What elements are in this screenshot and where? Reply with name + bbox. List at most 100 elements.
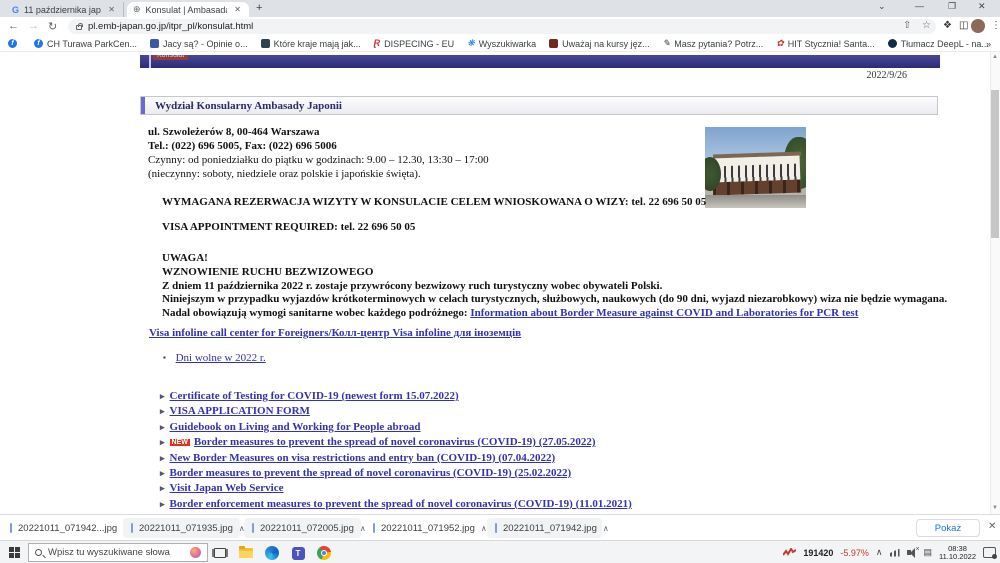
list-item: New Border Measures on visa restrictions… — [160, 452, 555, 464]
url-omnibox[interactable]: pl.emb-japan.go.jp/itpr_pl/konsulat.html — [68, 19, 936, 34]
back-icon[interactable]: ← — [8, 20, 19, 32]
stock-ticker-icon — [783, 548, 796, 558]
border-enforcement-1101-link[interactable]: Border enforcement measures to prevent t… — [170, 498, 632, 510]
browser-tab-2-active[interactable]: ⊕ Konsulat | Ambasada Japonii w P ✕ — [127, 2, 249, 17]
image-file-icon — [10, 523, 12, 533]
section-title: Wydział Konsularny Ambasady Japonii — [155, 100, 342, 112]
bookmark-item[interactable]: fCH Turawa ParkCen... — [34, 39, 137, 49]
bookmark-item[interactable]: ✿HIT Stycznia! Santa... — [776, 39, 874, 49]
facebook-icon: f — [8, 39, 17, 48]
clock[interactable]: 08:38 11.10.2022 — [939, 545, 976, 561]
download-item[interactable]: 20221011_071935.jpg ∧ — [123, 518, 240, 538]
photo-brick-base — [713, 179, 801, 195]
download-filename: 20221011_072005.jpg — [260, 523, 354, 534]
edge-button[interactable] — [264, 545, 280, 561]
bookmark-item[interactable]: ⱤDISPECING - EU — [374, 39, 455, 49]
visa-infoline-link-row: Visa infoline call center for Foreigners… — [149, 327, 521, 339]
scrollbar-up-icon[interactable]: ▲ — [991, 54, 999, 60]
holidays-link[interactable]: Dni wolne w 2022 r. — [176, 352, 266, 364]
bookmark-item[interactable]: Jacy są? - Opinie o... — [150, 39, 248, 49]
stock-value[interactable]: 191420 — [803, 548, 833, 558]
border-measures-0704-link[interactable]: New Border Measures on visa restrictions… — [170, 452, 556, 464]
tab-close-icon[interactable]: ✕ — [106, 5, 117, 14]
profile-avatar[interactable] — [971, 19, 985, 33]
border-measures-2502-link[interactable]: Border measures to prevent the spread of… — [170, 467, 572, 479]
bookmark-item[interactable]: Tłumacz DeepL - na... — [888, 39, 989, 49]
site-icon — [261, 39, 270, 48]
browser-menu-icon[interactable]: ⋮ — [991, 20, 1000, 31]
extensions-icon[interactable]: ❖ — [943, 20, 952, 31]
bookmark-item[interactable]: ✎Masz pytania? Potrz... — [663, 39, 764, 49]
show-all-downloads-button[interactable]: Pokaż wszystkie — [916, 519, 980, 537]
bookmark-item[interactable]: Uważaj na kursy jęz... — [549, 39, 650, 49]
task-view-button[interactable] — [212, 545, 228, 561]
start-button[interactable] — [9, 547, 20, 558]
section-header: Wydział Konsularny Ambasady Japonii — [140, 96, 938, 115]
nav-divider — [149, 55, 151, 68]
search-placeholder: Wpisz tu wyszukiwane słowa — [48, 547, 170, 558]
volume-muted-icon[interactable] — [907, 550, 911, 555]
edge-icon — [265, 546, 279, 560]
download-filename: 20221011_071935.jpg — [139, 523, 233, 534]
browser-tab-1[interactable]: G 11 października japonia wizy - S ✕ — [6, 2, 124, 17]
border-measure-link[interactable]: Information about Border Measure against… — [470, 307, 858, 319]
web-page-content: Konsulat 2022/9/26 Wydział Konsularny Am… — [0, 52, 990, 514]
tab-close-icon[interactable]: ✕ — [232, 5, 243, 14]
nav-item-konsulat[interactable]: Konsulat — [153, 55, 188, 60]
download-filename: 20221011_071942.jpg — [503, 523, 597, 534]
address-line: ul. Szwoleżerów 8, 00-464 Warszawa — [148, 126, 320, 138]
touch-keyboard-icon[interactable]: ▤ — [924, 547, 933, 558]
border-measures-2705-link[interactable]: Border measures to prevent the spread of… — [194, 436, 596, 448]
bookmark-item[interactable]: f — [8, 39, 21, 48]
covid-test-cert-link[interactable]: Certificate of Testing for COVID-19 (new… — [170, 390, 459, 402]
lock-icon — [76, 25, 82, 30]
page-date: 2022/9/26 — [140, 70, 907, 81]
window-chevron-icon[interactable]: ⌄ — [878, 1, 886, 12]
bookmarks-bar: f fCH Turawa ParkCen... Jacy są? - Opini… — [0, 36, 1000, 52]
window-minimize-button[interactable]: — — [915, 1, 924, 11]
bookmarks-overflow-icon[interactable]: » — [986, 39, 991, 49]
downloads-close-icon[interactable]: ✕ — [988, 521, 996, 532]
stock-change[interactable]: -5.97% — [840, 548, 869, 558]
notification-center-icon[interactable] — [983, 547, 996, 558]
download-item[interactable]: 20221011_071952.jpg ∧ — [365, 518, 482, 538]
reload-icon[interactable]: ↻ — [48, 20, 57, 33]
bookmark-star-icon[interactable]: ☆ — [922, 20, 931, 31]
visit-japan-web-link[interactable]: Visit Japan Web Service — [170, 482, 284, 494]
chevron-up-icon[interactable]: ∧ — [481, 524, 487, 533]
visa-application-form-link[interactable]: VISA APPLICATION FORM — [170, 405, 310, 417]
forward-icon[interactable]: → — [28, 20, 39, 32]
bookmark-item[interactable]: ❋Wyszukiwarka — [467, 39, 536, 49]
google-favicon-icon: G — [12, 5, 19, 15]
download-item[interactable]: 20221011_072005.jpg ∧ — [244, 518, 361, 538]
window-close-button[interactable]: ✕ — [978, 1, 986, 12]
file-explorer-button[interactable] — [238, 545, 254, 561]
list-item: Border measures to prevent the spread of… — [160, 467, 571, 479]
chrome-icon — [317, 546, 331, 560]
scrollbar-down-icon[interactable]: ▼ — [991, 505, 999, 511]
visa-infoline-link[interactable]: Visa infoline call center for Foreigners… — [149, 327, 521, 339]
site-icon — [150, 39, 159, 48]
network-icon[interactable] — [890, 549, 900, 557]
chevron-up-icon[interactable]: ∧ — [603, 524, 609, 533]
download-item[interactable]: 20221011_071942...jpg ∧ — [2, 518, 120, 538]
paragraph: Niniejszym w przypadku wyjazdów krótkote… — [162, 293, 947, 305]
share-icon[interactable]: ⇧ — [903, 20, 911, 31]
list-item: VISA APPLICATION FORM — [160, 405, 310, 417]
folder-icon — [239, 548, 253, 558]
tray-expand-icon[interactable]: ∧ — [876, 547, 883, 558]
chrome-button[interactable] — [316, 545, 332, 561]
hours-line: Czynny: od poniedziałku do piątku w godz… — [148, 154, 489, 166]
side-panel-icon[interactable]: ◫ — [959, 20, 968, 31]
guidebook-link[interactable]: Guidebook on Living and Working for Peop… — [170, 421, 421, 433]
list-item: NEWBorder measures to prevent the spread… — [160, 436, 596, 448]
bookmark-item[interactable]: Które kraje mają jak... — [261, 39, 361, 49]
window-maximize-button[interactable]: ❐ — [948, 1, 956, 12]
taskbar-search-input[interactable]: Wpisz tu wyszukiwane słowa — [28, 543, 208, 562]
download-item[interactable]: 20221011_071942.jpg ∧ — [487, 518, 602, 538]
url-text[interactable]: pl.emb-japan.go.jp/itpr_pl/konsulat.html — [88, 21, 253, 32]
tray-date: 11.10.2022 — [939, 552, 976, 561]
teams-button[interactable]: T — [290, 545, 306, 561]
scrollbar-thumb[interactable] — [991, 90, 999, 238]
new-tab-button[interactable]: + — [256, 2, 262, 14]
